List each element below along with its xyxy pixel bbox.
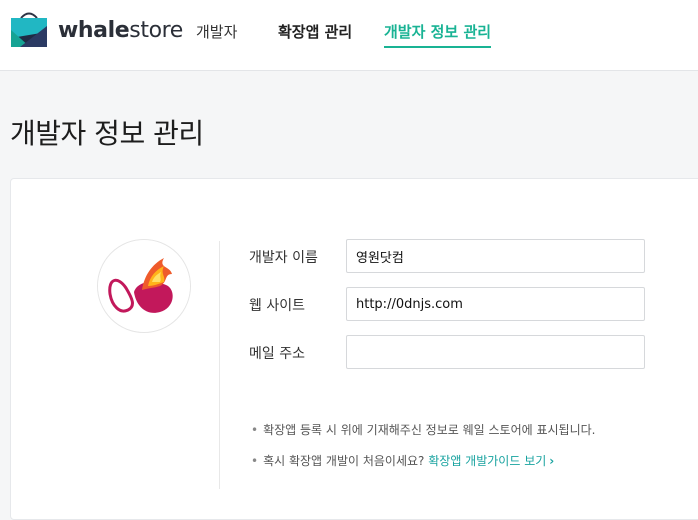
developer-info-card: 개발자 이름 웹 사이트 메일 주소 • 확장앱 등록 시 위에 기재해주신 정보… [10,178,698,520]
info-note-2: • 혹시 확장앱 개발이 처음이세요? 확장앱 개발가이드 보기 › [251,453,554,469]
website-label: 웹 사이트 [249,298,305,314]
nav-developer[interactable]: 개발자 [196,22,237,42]
developer-name-input[interactable] [346,239,645,273]
info-note-2-text: 혹시 확장앱 개발이 처음이세요? [263,454,425,468]
whale-store-logo-icon[interactable] [10,8,48,48]
developer-avatar[interactable] [97,239,191,333]
brand-whale: whale [58,18,130,43]
brand-store: store [129,18,183,43]
nav-developer-info-label: 개발자 정보 관리 [384,23,492,41]
nav-extension-management[interactable]: 확장앱 관리 [278,22,352,42]
vertical-divider [219,241,220,489]
chevron-right-icon: › [549,454,555,468]
brand-name[interactable]: whalestore [58,18,183,44]
active-tab-underline [384,46,492,48]
website-input[interactable] [346,287,645,321]
email-label: 메일 주소 [249,346,305,362]
developer-guide-link[interactable]: 확장앱 개발가이드 보기 › [428,454,554,468]
nav-developer-info[interactable]: 개발자 정보 관리 [384,22,492,48]
phoenix-logo-icon [98,240,190,332]
bullet: • [251,454,259,468]
page-title: 개발자 정보 관리 [10,117,204,150]
info-note-1-text: 확장앱 등록 시 위에 기재해주신 정보로 웨일 스토어에 표시됩니다. [263,423,596,437]
info-note-1: • 확장앱 등록 시 위에 기재해주신 정보로 웨일 스토어에 표시됩니다. [251,422,596,438]
bullet: • [251,423,259,437]
email-input[interactable] [346,335,645,369]
top-nav-bar: whalestore 개발자 확장앱 관리 개발자 정보 관리 [0,0,698,71]
developer-guide-link-label: 확장앱 개발가이드 보기 [428,454,547,468]
developer-name-label: 개발자 이름 [249,250,318,266]
